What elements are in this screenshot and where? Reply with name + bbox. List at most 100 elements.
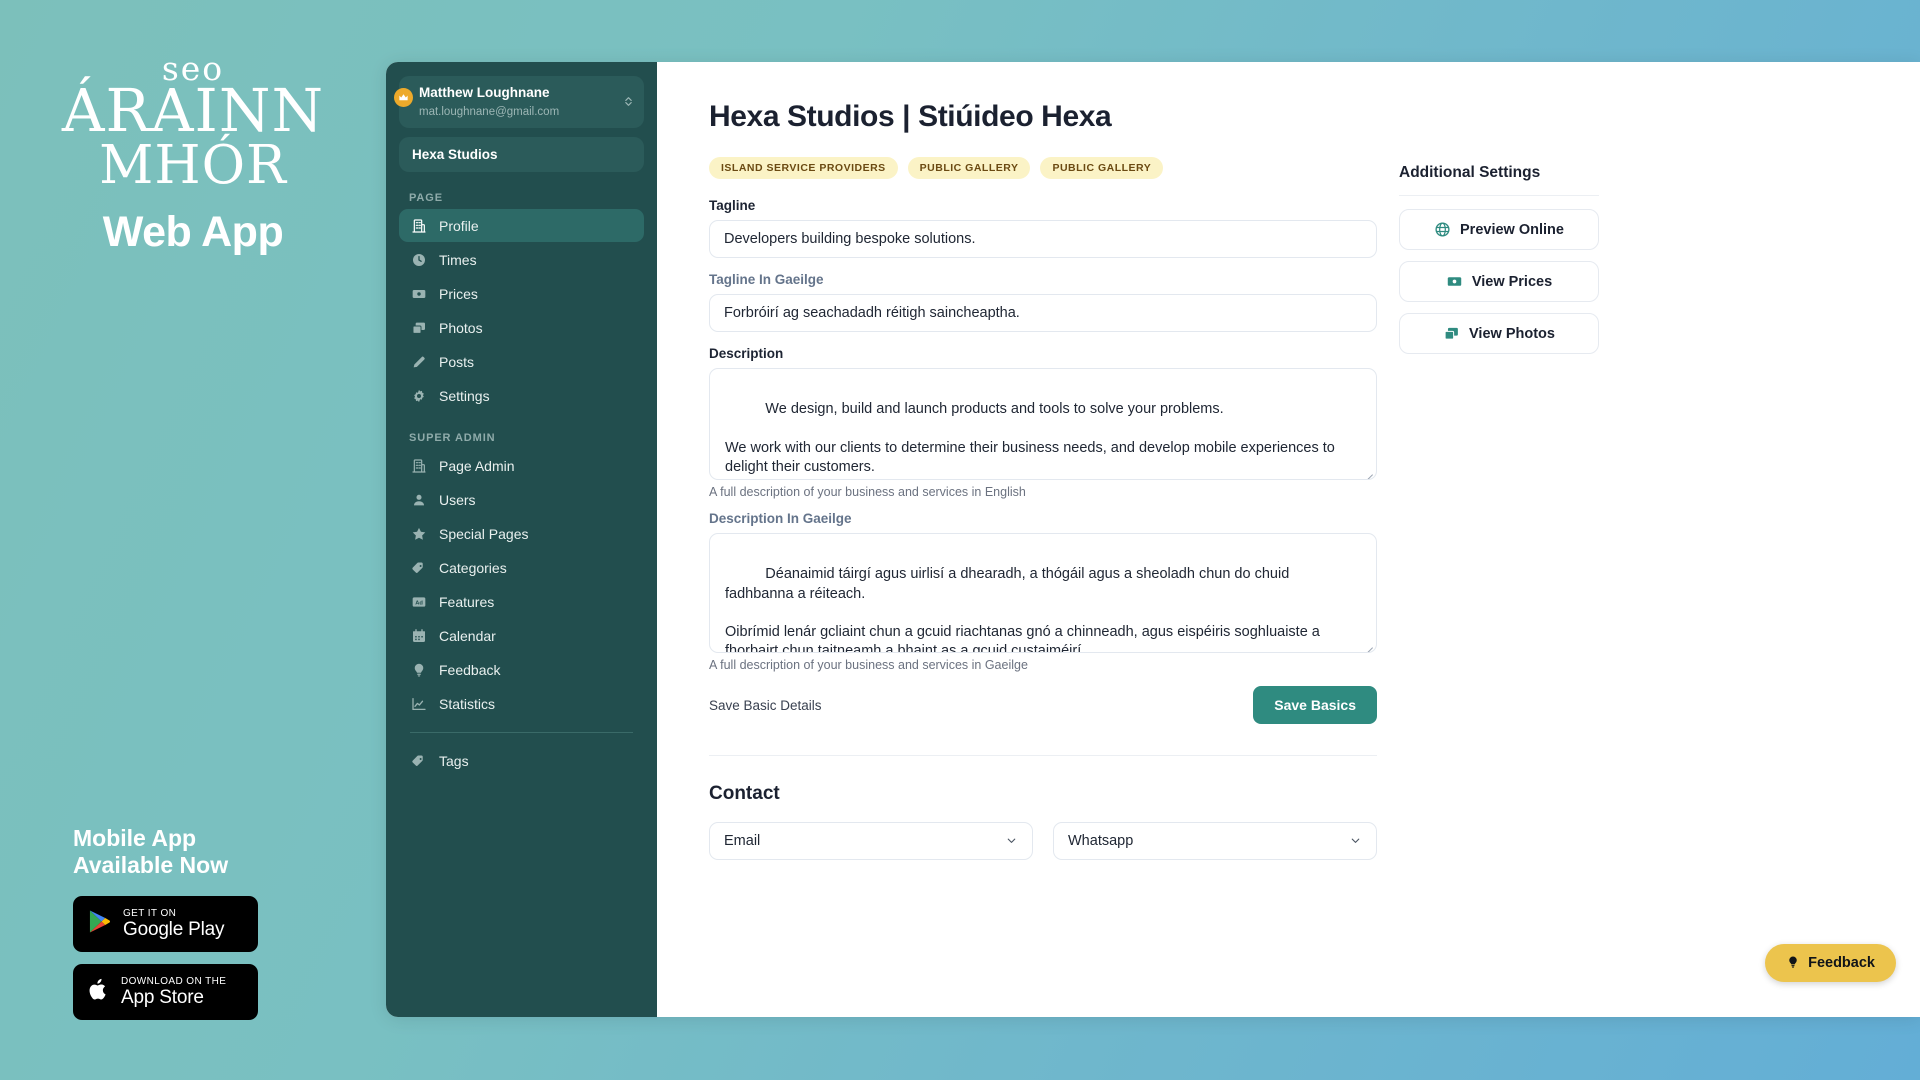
section-divider bbox=[709, 755, 1377, 756]
sidebar-item-feedback[interactable]: Feedback bbox=[399, 653, 644, 686]
additional-settings-panel: Additional Settings Preview Online View … bbox=[1399, 157, 1599, 860]
mobile-app-promo: Mobile App Available Now GET IT ON Googl… bbox=[73, 825, 323, 1032]
description-label: Description bbox=[709, 346, 784, 361]
view-photos-label: View Photos bbox=[1469, 325, 1555, 342]
sidebar-item-label: Posts bbox=[439, 353, 475, 370]
sidebar-item-features[interactable]: Ad Features bbox=[399, 585, 644, 618]
sidebar-item-label: Prices bbox=[439, 285, 478, 302]
description-gaeilge-helper: A full description of your business and … bbox=[709, 658, 1028, 672]
sidebar-item-special-pages[interactable]: Special Pages bbox=[399, 517, 644, 550]
chevron-up-down-icon bbox=[620, 93, 635, 112]
money-icon bbox=[1446, 273, 1463, 290]
description-text: We design, build and launch products and… bbox=[725, 401, 1335, 476]
app-store-small: Download on the bbox=[121, 975, 227, 987]
user-email: mat.loughnane@gmail.com bbox=[419, 106, 560, 118]
additional-settings-title: Additional Settings bbox=[1399, 164, 1541, 181]
nav-group-super-admin: SUPER ADMIN Page Admin Users Special Pag… bbox=[399, 432, 644, 720]
contact-method-2-value: Whatsapp bbox=[1068, 833, 1134, 849]
contact-method-2-select[interactable]: Whatsapp bbox=[1053, 822, 1377, 860]
sidebar-item-label: Settings bbox=[439, 387, 490, 404]
app-store-badge[interactable]: Download on the App Store bbox=[73, 964, 258, 1020]
view-prices-button[interactable]: View Prices bbox=[1399, 261, 1599, 302]
google-play-small: GET IT ON bbox=[123, 907, 177, 919]
sidebar-item-label: Statistics bbox=[439, 695, 496, 712]
sidebar-item-tags[interactable]: Tags bbox=[399, 744, 644, 777]
sidebar-item-label: Features bbox=[439, 593, 495, 610]
description-gaeilge-textarea[interactable]: Déanaimid táirgí agus uirlisí a dhearadh… bbox=[709, 533, 1377, 653]
sidebar-item-label: Calendar bbox=[439, 627, 496, 644]
sidebar-item-posts[interactable]: Posts bbox=[399, 345, 644, 378]
sidebar-item-prices[interactable]: Prices bbox=[399, 277, 644, 310]
save-basics-button[interactable]: Save Basics bbox=[1253, 686, 1377, 724]
sidebar-item-label: Page Admin bbox=[439, 457, 515, 474]
photos-icon bbox=[410, 319, 427, 336]
page-title: Hexa Studios | Stiúideo Hexa bbox=[709, 100, 1112, 133]
status-badge[interactable]: ISLAND SERVICE PROVIDERS bbox=[709, 157, 898, 179]
resize-handle[interactable] bbox=[1362, 465, 1373, 476]
sidebar-item-categories[interactable]: Categories bbox=[399, 551, 644, 584]
description-helper: A full description of your business and … bbox=[709, 485, 1026, 499]
google-play-icon bbox=[86, 908, 113, 940]
resize-handle[interactable] bbox=[1362, 638, 1373, 649]
app-store-label: Download on the App Store bbox=[121, 976, 226, 1008]
sidebar-divider bbox=[410, 732, 633, 733]
chart-icon bbox=[410, 695, 427, 712]
nav-heading-super-admin: SUPER ADMIN bbox=[409, 432, 496, 444]
tagline-gaeilge-label: Tagline In Gaeilge bbox=[709, 272, 824, 287]
globe-icon bbox=[1434, 221, 1451, 238]
status-badge[interactable]: PUBLIC GALLERY bbox=[1040, 157, 1164, 179]
profile-form: ISLAND SERVICE PROVIDERS PUBLIC GALLERY … bbox=[709, 157, 1377, 860]
google-play-big: Google Play bbox=[123, 918, 225, 940]
user-account-switcher[interactable]: Matthew Loughnane mat.loughnane@gmail.co… bbox=[394, 76, 644, 128]
rail-divider bbox=[1399, 195, 1599, 196]
pencil-icon bbox=[410, 353, 427, 370]
apple-icon bbox=[86, 977, 111, 1007]
user-meta: Matthew Loughnane mat.loughnane@gmail.co… bbox=[419, 84, 609, 120]
nav-group-tags: Tags bbox=[399, 744, 644, 777]
view-photos-button[interactable]: View Photos bbox=[1399, 313, 1599, 354]
sidebar-item-profile[interactable]: Profile bbox=[399, 209, 644, 242]
sidebar-item-users[interactable]: Users bbox=[399, 483, 644, 516]
nav-group-page: PAGE Profile Times Prices Photos Posts S… bbox=[399, 192, 644, 412]
ad-icon: Ad bbox=[410, 593, 427, 610]
sidebar-item-label: Special Pages bbox=[439, 525, 529, 542]
tagline-label: Tagline bbox=[709, 198, 756, 213]
gear-icon bbox=[410, 387, 427, 404]
nav-heading-page: PAGE bbox=[409, 192, 443, 204]
main-content: Hexa Studios | Stiúideo Hexa ISLAND SERV… bbox=[657, 62, 1920, 1017]
lightbulb-icon bbox=[1786, 955, 1800, 971]
sidebar-item-page-admin[interactable]: Page Admin bbox=[399, 449, 644, 482]
building-icon bbox=[410, 457, 427, 474]
sidebar-item-settings[interactable]: Settings bbox=[399, 379, 644, 412]
sidebar-item-label: Users bbox=[439, 491, 476, 508]
google-play-badge[interactable]: GET IT ON Google Play bbox=[73, 896, 258, 952]
chevron-down-icon bbox=[1005, 834, 1018, 849]
description-textarea[interactable]: We design, build and launch products and… bbox=[709, 368, 1377, 480]
logo-line-mhor: MHÓR bbox=[99, 135, 287, 197]
description-gaeilge-text: Déanaimid táirgí agus uirlisí a dhearadh… bbox=[725, 566, 1320, 653]
contact-section-title: Contact bbox=[709, 783, 780, 804]
sidebar-item-calendar[interactable]: Calendar bbox=[399, 619, 644, 652]
status-badge[interactable]: PUBLIC GALLERY bbox=[907, 157, 1031, 179]
page-selector[interactable]: Hexa Studios bbox=[399, 137, 644, 172]
feedback-button[interactable]: Feedback bbox=[1765, 944, 1896, 982]
tagline-gaeilge-input[interactable] bbox=[709, 294, 1377, 332]
sidebar-item-label: Photos bbox=[439, 319, 483, 336]
contact-method-1-select[interactable]: Email bbox=[709, 822, 1033, 860]
logo-line-arainn: ÁRAINN bbox=[61, 76, 325, 145]
tagline-input[interactable] bbox=[709, 220, 1377, 258]
save-row: Save Basic Details Save Basics bbox=[709, 686, 1377, 724]
site-logo: seo ÁRAINN MHÓR Web App bbox=[43, 52, 343, 257]
money-icon bbox=[410, 285, 427, 302]
contact-row: Email Whatsapp bbox=[709, 822, 1377, 860]
sidebar-item-times[interactable]: Times bbox=[399, 243, 644, 276]
branding-column: seo ÁRAINN MHÓR Web App Mobile App Avail… bbox=[0, 0, 386, 1080]
clock-icon bbox=[410, 251, 427, 268]
sidebar-item-statistics[interactable]: Statistics bbox=[399, 687, 644, 720]
sidebar-item-label: Tags bbox=[439, 752, 469, 769]
logo-line-webapp: Web App bbox=[102, 207, 284, 256]
photos-icon bbox=[1443, 325, 1460, 342]
preview-online-button[interactable]: Preview Online bbox=[1399, 209, 1599, 250]
sidebar-item-photos[interactable]: Photos bbox=[399, 311, 644, 344]
tags-icon bbox=[410, 752, 427, 769]
